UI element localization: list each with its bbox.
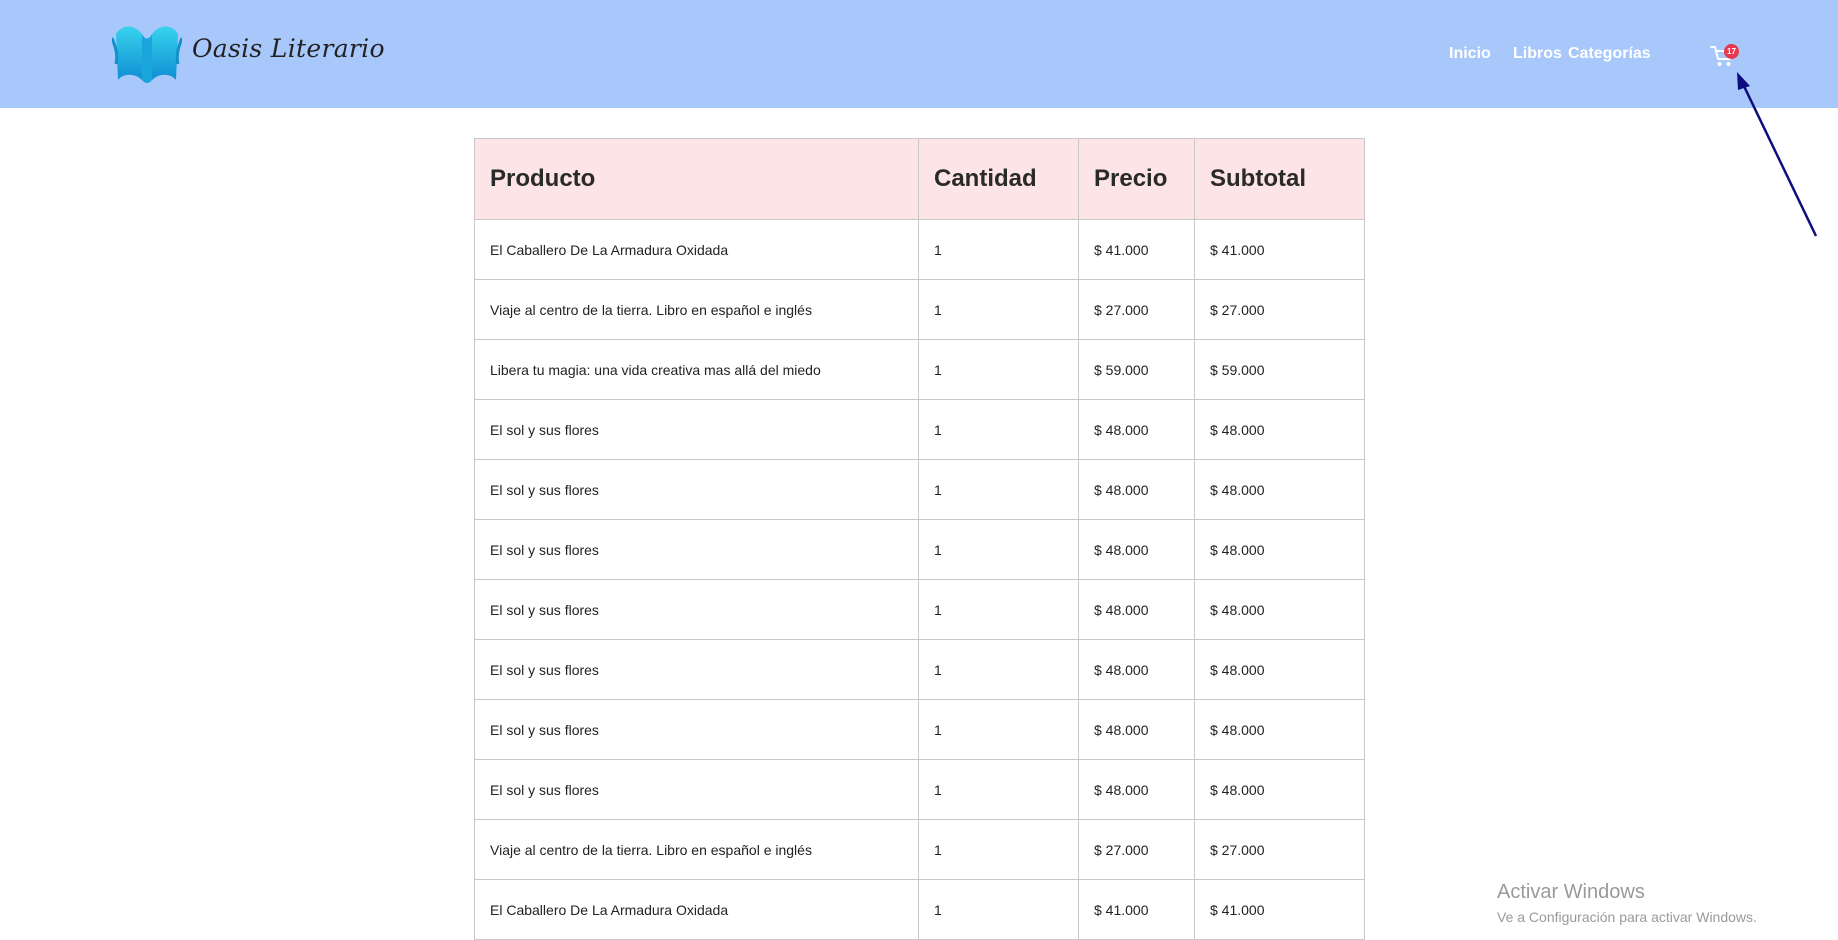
cell-price: $ 27.000 [1078, 819, 1195, 880]
header-precio: Precio [1078, 138, 1195, 220]
cell-product: El Caballero De La Armadura Oxidada [474, 879, 919, 940]
table-header-row: Producto Cantidad Precio Subtotal [474, 138, 1365, 220]
windows-activation-watermark: Activar Windows Ve a Configuración para … [1497, 880, 1757, 926]
cell-subtotal: $ 41.000 [1194, 219, 1365, 280]
cell-qty: 1 [918, 519, 1079, 580]
cell-price: $ 48.000 [1078, 459, 1195, 520]
nav-inicio[interactable]: Inicio [1449, 45, 1491, 63]
header-producto: Producto [474, 138, 919, 220]
cell-price: $ 41.000 [1078, 219, 1195, 280]
table-row: El sol y sus flores 1 $ 48.000 $ 48.000 [474, 579, 1365, 640]
cell-qty: 1 [918, 879, 1079, 940]
cell-price: $ 59.000 [1078, 339, 1195, 400]
table-row: El Caballero De La Armadura Oxidada 1 $ … [474, 219, 1365, 280]
cell-qty: 1 [918, 459, 1079, 520]
cart-table: Producto Cantidad Precio Subtotal El Cab… [474, 138, 1365, 940]
table-row: Libera tu magia: una vida creativa mas a… [474, 339, 1365, 400]
header-cantidad: Cantidad [918, 138, 1079, 220]
brand-name[interactable]: Oasis Literario [192, 34, 385, 63]
cell-product: El sol y sus flores [474, 579, 919, 640]
cell-qty: 1 [918, 759, 1079, 820]
cell-qty: 1 [918, 579, 1079, 640]
cell-subtotal: $ 48.000 [1194, 459, 1365, 520]
cell-subtotal: $ 59.000 [1194, 339, 1365, 400]
nav-libros[interactable]: Libros [1513, 45, 1562, 63]
cell-qty: 1 [918, 339, 1079, 400]
cell-product: Viaje al centro de la tierra. Libro en e… [474, 279, 919, 340]
cell-qty: 1 [918, 399, 1079, 460]
cell-product: El sol y sus flores [474, 459, 919, 520]
table-row: El sol y sus flores 1 $ 48.000 $ 48.000 [474, 639, 1365, 700]
cell-subtotal: $ 48.000 [1194, 519, 1365, 580]
site-header: Oasis Literario Inicio Libros Categorías… [0, 0, 1838, 108]
table-row: El sol y sus flores 1 $ 48.000 $ 48.000 [474, 459, 1365, 520]
cell-subtotal: $ 41.000 [1194, 879, 1365, 940]
book-logo-icon[interactable] [112, 20, 182, 86]
header-subtotal: Subtotal [1194, 138, 1365, 220]
cell-qty: 1 [918, 219, 1079, 280]
cell-subtotal: $ 27.000 [1194, 819, 1365, 880]
table-row: El sol y sus flores 1 $ 48.000 $ 48.000 [474, 759, 1365, 820]
watermark-subtitle: Ve a Configuración para activar Windows. [1497, 909, 1757, 925]
table-row: El Caballero De La Armadura Oxidada 1 $ … [474, 879, 1365, 940]
cell-product: Libera tu magia: una vida creativa mas a… [474, 339, 919, 400]
nav-categorias[interactable]: Categorías [1568, 45, 1651, 63]
cell-price: $ 48.000 [1078, 639, 1195, 700]
cell-price: $ 48.000 [1078, 579, 1195, 640]
cell-product: El sol y sus flores [474, 699, 919, 760]
table-row: Viaje al centro de la tierra. Libro en e… [474, 279, 1365, 340]
cell-price: $ 27.000 [1078, 279, 1195, 340]
cell-product: El sol y sus flores [474, 519, 919, 580]
table-row: Viaje al centro de la tierra. Libro en e… [474, 819, 1365, 880]
cell-subtotal: $ 48.000 [1194, 579, 1365, 640]
cell-product: El sol y sus flores [474, 399, 919, 460]
cell-price: $ 48.000 [1078, 399, 1195, 460]
cell-price: $ 48.000 [1078, 519, 1195, 580]
table-row: El sol y sus flores 1 $ 48.000 $ 48.000 [474, 399, 1365, 460]
cart-count-badge: 17 [1724, 44, 1739, 59]
cell-product: El sol y sus flores [474, 759, 919, 820]
cell-subtotal: $ 48.000 [1194, 759, 1365, 820]
watermark-title: Activar Windows [1497, 881, 1645, 903]
cell-subtotal: $ 27.000 [1194, 279, 1365, 340]
table-row: El sol y sus flores 1 $ 48.000 $ 48.000 [474, 519, 1365, 580]
table-row: El sol y sus flores 1 $ 48.000 $ 48.000 [474, 699, 1365, 760]
cell-product: Viaje al centro de la tierra. Libro en e… [474, 819, 919, 880]
cell-subtotal: $ 48.000 [1194, 639, 1365, 700]
cell-product: El sol y sus flores [474, 639, 919, 700]
cell-price: $ 41.000 [1078, 879, 1195, 940]
cell-subtotal: $ 48.000 [1194, 399, 1365, 460]
cell-qty: 1 [918, 819, 1079, 880]
cell-subtotal: $ 48.000 [1194, 699, 1365, 760]
cell-qty: 1 [918, 279, 1079, 340]
cell-product: El Caballero De La Armadura Oxidada [474, 219, 919, 280]
cell-price: $ 48.000 [1078, 699, 1195, 760]
cell-price: $ 48.000 [1078, 759, 1195, 820]
cell-qty: 1 [918, 639, 1079, 700]
cell-qty: 1 [918, 699, 1079, 760]
